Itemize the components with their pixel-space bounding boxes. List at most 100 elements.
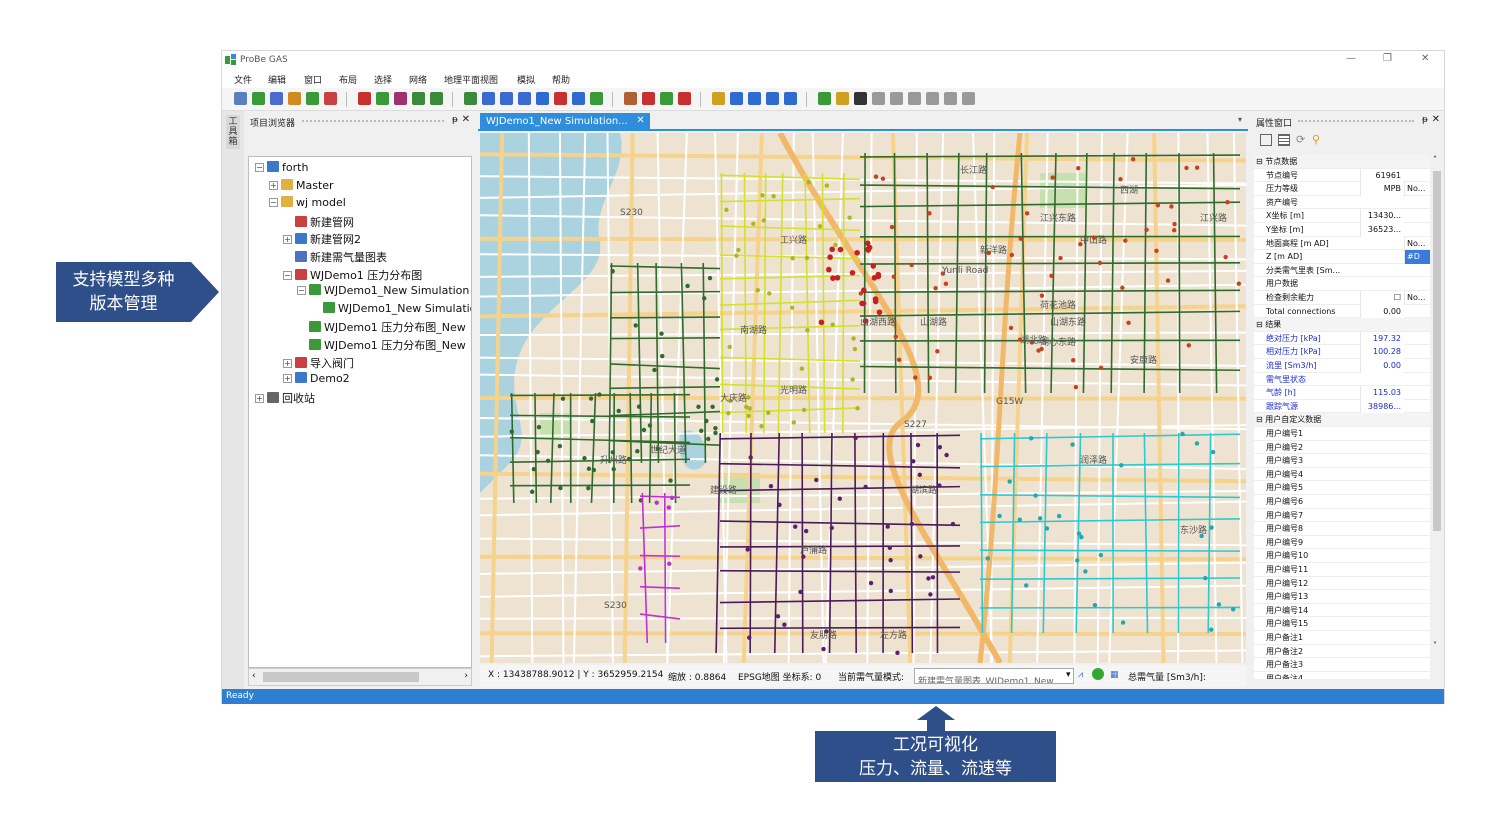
refresh-icon[interactable]: ⟳ (1296, 133, 1305, 146)
toolbar-tool-icon[interactable] (500, 92, 513, 105)
tree-expander-icon[interactable]: − (269, 198, 278, 208)
toolbar-tool-icon[interactable] (678, 92, 691, 105)
tab-map-simulation[interactable]: WJDemo1_New Simulation... ✕ (480, 113, 650, 130)
map-canvas[interactable]: S230 S227 S230 G15W Yunli Road 江兴东路 江兴路 荷花池路 山湖路… (480, 133, 1246, 663)
pin-icon[interactable]: ᵽ (452, 115, 458, 125)
tree-expander-icon[interactable]: − (283, 270, 292, 280)
tree-node[interactable]: + 新建管网2 (283, 231, 361, 247)
property-row[interactable]: 压力等级 MPB No... (1254, 182, 1430, 196)
menu-help[interactable]: 帮助 (552, 73, 570, 86)
property-scrollbar[interactable]: ˄ ˅ (1432, 155, 1442, 679)
tree-node[interactable]: 新建管网 (283, 214, 354, 230)
menu-select[interactable]: 选择 (374, 73, 392, 86)
property-row[interactable]: 相对压力 [kPa] 100.28 (1254, 345, 1430, 359)
toolbar-tool-icon[interactable] (962, 92, 975, 105)
minimize-button[interactable]: — (1346, 53, 1356, 64)
toolbar-tool-icon[interactable] (624, 92, 637, 105)
scroll-right-icon[interactable]: › (464, 671, 468, 681)
property-value[interactable]: 0.00 (1360, 304, 1404, 319)
tree-horizontal-scrollbar[interactable]: ‹ › (248, 668, 472, 686)
toolbar-tool-icon[interactable] (376, 92, 389, 105)
scrollbar-thumb[interactable] (1433, 171, 1441, 531)
menu-layout[interactable]: 布局 (339, 73, 357, 86)
tab-close-icon[interactable]: ✕ (636, 115, 644, 126)
toolbar-tool-icon[interactable] (554, 92, 567, 105)
property-row[interactable]: 用户编号6 (1254, 495, 1430, 509)
property-unit[interactable]: No... (1404, 182, 1430, 196)
property-row[interactable]: ⊟ 结果 (1254, 318, 1430, 332)
toolbar-tool-icon[interactable] (944, 92, 957, 105)
close-icon[interactable]: ✕ (462, 114, 470, 125)
tree-node[interactable]: − forth (255, 161, 308, 177)
property-unit[interactable]: No... (1404, 236, 1430, 251)
toolbar-tool-icon[interactable] (890, 92, 903, 105)
toolbar-tool-icon[interactable] (306, 92, 319, 105)
property-row[interactable]: 用户编号10 (1254, 549, 1430, 563)
tree-node[interactable]: WJDemo1_New Simulatio (311, 301, 471, 318)
property-row[interactable]: 气龄 [h] 115.03 (1254, 386, 1430, 400)
menu-file[interactable]: 文件 (234, 73, 252, 86)
toolbar-tool-icon[interactable] (324, 92, 337, 105)
toolbar-tool-icon[interactable] (394, 92, 407, 105)
property-unit[interactable]: #D (1404, 250, 1430, 264)
toolbar-tool-icon[interactable] (288, 92, 301, 105)
property-row[interactable]: 用户编号2 (1254, 441, 1430, 455)
property-value[interactable]: 38986... (1360, 399, 1404, 414)
close-button[interactable]: ✕ (1421, 53, 1429, 64)
toolbox-side-tab[interactable]: 工具箱 (222, 111, 244, 689)
chart-icon[interactable]: ⩘ (1078, 670, 1083, 680)
tree-expander-icon[interactable]: − (255, 163, 264, 172)
toolbar-tool-icon[interactable] (252, 92, 265, 105)
toolbar-tool-icon[interactable] (660, 92, 673, 105)
toolbar-tool-icon[interactable] (908, 92, 921, 105)
property-row[interactable]: 用户备注4 (1254, 672, 1430, 679)
property-value[interactable]: 100.28 (1360, 345, 1404, 359)
select-arrow-icon[interactable]: ▾ (1066, 670, 1071, 680)
close-icon[interactable]: ✕ (1432, 114, 1440, 125)
property-row[interactable]: 绝对压力 [kPa] 197.32 (1254, 331, 1430, 346)
toolbar-tool-icon[interactable] (572, 92, 585, 105)
property-row[interactable]: 检查剩余能力 ☐ No... (1254, 291, 1430, 305)
tree-node[interactable]: + 导入阀门 (283, 355, 354, 371)
property-row[interactable]: 用户编号12 (1254, 577, 1430, 591)
property-row[interactable]: 用户编号13 (1254, 590, 1430, 604)
toolbar-tool-icon[interactable] (712, 92, 725, 105)
tree-node[interactable]: 新建需气量图表 (283, 249, 387, 265)
property-value[interactable]: MPB (1360, 182, 1404, 196)
property-row[interactable]: Total connections 0.00 (1254, 304, 1430, 319)
scroll-down-icon[interactable]: ˅ (1433, 641, 1437, 650)
property-row[interactable]: 用户编号3 (1254, 454, 1430, 468)
property-row[interactable]: ⊟ 用户自定义数据 (1254, 413, 1430, 427)
toolbar-tool-icon[interactable] (590, 92, 603, 105)
property-row[interactable]: 用户编号5 (1254, 481, 1430, 495)
property-row[interactable]: 地面高程 [m AD] No... (1254, 236, 1430, 251)
menu-edit[interactable]: 编辑 (268, 73, 286, 86)
property-row[interactable]: ⊟ 节点数据 (1254, 155, 1430, 169)
property-row[interactable]: 用户数据 (1254, 277, 1430, 291)
property-row[interactable]: 用户备注3 (1254, 658, 1430, 672)
sort-category-icon[interactable] (1260, 134, 1272, 146)
tree-expander-icon[interactable]: + (255, 393, 264, 403)
demand-mode-select[interactable]: 新建需气量图表_WJDemo1_New (914, 668, 1074, 684)
property-row[interactable]: 用户编号11 (1254, 563, 1430, 577)
menu-geo-view[interactable]: 地理平面视图 (444, 73, 498, 86)
restore-button[interactable]: ❐ (1383, 53, 1392, 64)
network-map[interactable]: S230 S227 S230 G15W Yunli Road 江兴东路 江兴路荷花池路山湖路… (480, 133, 1246, 663)
property-unit[interactable]: No... (1404, 291, 1430, 305)
toolbar-tool-icon[interactable] (430, 92, 443, 105)
toolbar-tool-icon[interactable] (784, 92, 797, 105)
property-row[interactable]: 用户编号8 (1254, 522, 1430, 536)
property-value[interactable]: 0.00 (1360, 359, 1404, 373)
property-row[interactable]: 用户备注2 (1254, 645, 1430, 659)
property-row[interactable]: 用户编号4 (1254, 468, 1430, 482)
property-row[interactable]: 用户编号9 (1254, 536, 1430, 550)
toolbar-tool-icon[interactable] (518, 92, 531, 105)
table-icon[interactable]: ▦ (1110, 670, 1119, 680)
toolbar-tool-icon[interactable] (482, 92, 495, 105)
property-row[interactable]: 跟踪气源 38986... (1254, 399, 1430, 414)
scrollbar-thumb[interactable] (263, 672, 419, 682)
toolbar-tool-icon[interactable] (818, 92, 831, 105)
property-row[interactable]: 用户编号14 (1254, 604, 1430, 618)
property-value[interactable]: 115.03 (1360, 386, 1404, 400)
pin-icon[interactable]: ᵽ (1422, 115, 1428, 125)
